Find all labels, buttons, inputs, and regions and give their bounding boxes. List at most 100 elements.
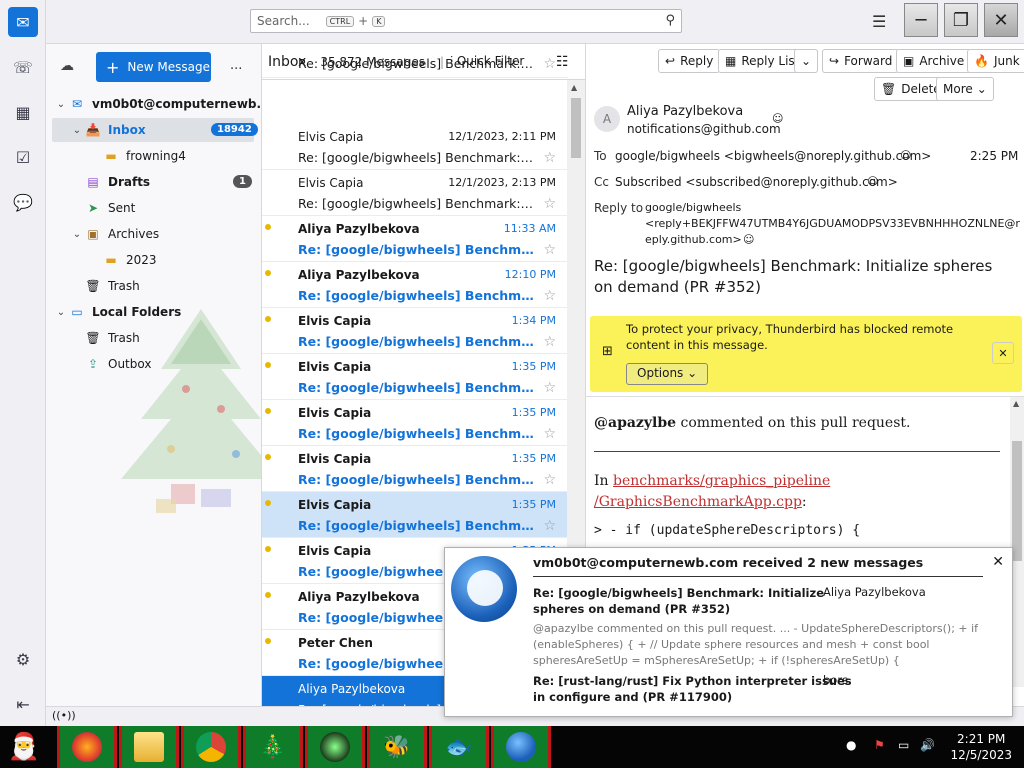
online-status-icon[interactable]: ((•)): [52, 709, 76, 722]
options-button[interactable]: Options ⌄: [626, 363, 709, 385]
app-menu-button[interactable]: ☰: [872, 12, 886, 31]
tasks-button[interactable]: ☑: [8, 142, 38, 172]
scroll-thumb[interactable]: [1012, 441, 1022, 561]
minimize-button[interactable]: ─: [904, 3, 938, 37]
close-notice-button[interactable]: ✕: [992, 342, 1014, 364]
taskbar-thunderbird[interactable]: [491, 726, 551, 768]
chat-button[interactable]: 💬: [8, 187, 38, 217]
folder-item-drafts[interactable]: ▤ Drafts: [84, 170, 150, 194]
scroll-up-arrow[interactable]: ▲: [1013, 399, 1019, 408]
star-icon[interactable]: ☆: [543, 242, 556, 258]
taskbar-app-5[interactable]: [305, 726, 365, 768]
account-item[interactable]: ⌄ ✉ vm0b0t@computernewb...: [54, 92, 270, 116]
star-icon[interactable]: ☆: [543, 426, 556, 442]
star-icon[interactable]: ☆: [543, 334, 556, 350]
taskbar-chrome[interactable]: [181, 726, 241, 768]
local-folders-item[interactable]: ⌄ ▭ Local Folders: [54, 300, 181, 324]
get-messages-button[interactable]: ☁: [60, 58, 74, 74]
notification-msg2-subject[interactable]: Re: [rust-lang/rust] Fix Python interpre…: [533, 673, 852, 705]
sender-name[interactable]: Aliya Pazylbekova: [627, 104, 743, 119]
tray-network-icon[interactable]: ▭: [898, 738, 909, 752]
replyto-line-1[interactable]: google/bigwheels: [645, 201, 741, 214]
tray-volume-icon[interactable]: 🔊: [920, 738, 935, 752]
sender-email[interactable]: notifications@github.com: [627, 122, 781, 136]
unread-dot-icon[interactable]: [265, 592, 271, 598]
commenter[interactable]: @apazylbe: [594, 415, 676, 431]
unread-dot-icon[interactable]: [265, 224, 271, 230]
calendar-button[interactable]: ▦: [8, 97, 38, 127]
star-icon[interactable]: ☆: [543, 288, 556, 304]
scroll-up-arrow[interactable]: ▲: [571, 83, 577, 92]
folder-pane-options-button[interactable]: ...: [230, 58, 242, 73]
star-icon[interactable]: ☆: [543, 380, 556, 396]
tray-dot-icon[interactable]: ●: [846, 738, 856, 752]
collapse-arrow-icon[interactable]: ⌄: [70, 125, 84, 136]
table-row[interactable]: Elvis Capia 1:35 PM Re: [google/bigwheels]…: [262, 354, 568, 400]
unread-dot-icon[interactable]: [265, 270, 271, 276]
table-row[interactable]: Elvis Capia 12/1/2023, 2:13 PM Re: [google…: [262, 170, 568, 216]
close-notification-button[interactable]: ✕: [992, 554, 1004, 570]
folder-item-frowning4[interactable]: ▬ frowning4: [102, 144, 186, 168]
to-value[interactable]: google/bigwheels <bigwheels@noreply.gith…: [615, 149, 931, 163]
table-row[interactable]: Re: [google/bigwheels] Benchmark: Initi.…: [262, 52, 568, 78]
new-message-button[interactable]: + New Message: [96, 52, 211, 82]
unread-dot-icon[interactable]: [265, 638, 271, 644]
folder-item-archives[interactable]: ⌄ ▣ Archives: [70, 222, 159, 246]
start-button[interactable]: 🎅: [4, 728, 44, 766]
tray-flag-icon[interactable]: ⚑: [874, 738, 885, 752]
table-row[interactable]: Elvis Capia 1:35 PM Re: [google/bigwheels]…: [262, 446, 568, 492]
contact-icon[interactable]: ☺: [743, 233, 754, 246]
contact-icon[interactable]: ☺: [867, 175, 878, 188]
new-mail-notification[interactable]: vm0b0t@computernewb.com received 2 new m…: [444, 547, 1013, 717]
table-row[interactable]: Elvis Capia 1:34 PM Re: [google/bigwheels]…: [262, 308, 568, 354]
more-button[interactable]: More ⌄: [936, 77, 994, 101]
unread-dot-icon[interactable]: [265, 362, 271, 368]
scroll-thumb[interactable]: [571, 98, 581, 158]
address-book-button[interactable]: ☏: [8, 52, 38, 82]
collapse-arrow-icon[interactable]: ⌄: [54, 99, 68, 110]
table-row[interactable]: Aliya Pazylbekova 12:10 PM Re: [google/big…: [262, 262, 568, 308]
table-row[interactable]: Elvis Capia 12/1/2023, 2:11 PM Re: [google…: [262, 124, 568, 170]
unread-dot-icon[interactable]: [265, 316, 271, 322]
replyto-line-2[interactable]: <reply+BEKJFFW47UTMB4Y6JGDUAMODPSV33EVBN…: [645, 217, 1020, 230]
forward-button[interactable]: ↪ Forward: [822, 49, 900, 73]
star-icon[interactable]: ☆: [543, 196, 556, 212]
star-icon[interactable]: ☆: [543, 150, 556, 166]
taskbar-tree-app[interactable]: 🎄: [243, 726, 303, 768]
unread-dot-icon[interactable]: [265, 500, 271, 506]
folder-item-local-trash[interactable]: 🗑 Trash: [84, 326, 139, 350]
archive-button[interactable]: ▣ Archive: [896, 49, 972, 73]
taskbar-clock[interactable]: 2:21 PM 12/5/2023: [950, 731, 1012, 763]
contact-icon[interactable]: ☺: [900, 149, 911, 162]
collapse-spaces-button[interactable]: ⇤: [8, 689, 38, 719]
folder-item-outbox[interactable]: ⇪ Outbox: [84, 352, 151, 376]
cc-value[interactable]: Subscribed <subscribed@noreply.github.co…: [615, 175, 898, 189]
reply-button[interactable]: ↩ Reply: [658, 49, 721, 73]
unread-dot-icon[interactable]: [265, 454, 271, 460]
reply-list-dropdown[interactable]: ⌄: [794, 49, 818, 73]
contact-icon[interactable]: ☺: [772, 112, 783, 125]
replyto-line-3[interactable]: eply.github.com>: [645, 233, 742, 246]
star-icon[interactable]: ☆: [543, 56, 556, 72]
unread-dot-icon[interactable]: [265, 408, 271, 414]
restore-button[interactable]: ❐: [944, 3, 978, 37]
table-row[interactable]: Elvis Capia 1:35 PM Re: [google/bigwheels]…: [262, 400, 568, 446]
table-row[interactable]: Aliya Pazylbekova 11:33 AM Re: [google/big…: [262, 216, 568, 262]
taskbar-file-explorer[interactable]: [119, 726, 179, 768]
star-icon[interactable]: ☆: [543, 472, 556, 488]
notification-msg1-subject[interactable]: Re: [google/bigwheels] Benchmark: Initia…: [533, 585, 824, 617]
unread-dot-icon[interactable]: [265, 546, 271, 552]
folder-item-2023[interactable]: ▬ 2023: [102, 248, 156, 272]
folder-item-trash[interactable]: 🗑 Trash: [84, 274, 139, 298]
settings-button[interactable]: ⚙: [8, 644, 38, 674]
taskbar-app-7[interactable]: 🐟: [429, 726, 489, 768]
taskbar-firefox[interactable]: [57, 726, 117, 768]
search-input[interactable]: Search... CTRL + K ⚲: [250, 9, 682, 33]
search-icon[interactable]: ⚲: [665, 13, 675, 28]
table-row[interactable]: Elvis Capia 1:35 PM Re: [google/bigwheels]…: [262, 492, 568, 538]
close-window-button[interactable]: ✕: [984, 3, 1018, 37]
folder-item-sent[interactable]: ➤ Sent: [84, 196, 135, 220]
file-link-2[interactable]: /GraphicsBenchmarkApp.cpp: [594, 494, 802, 510]
junk-button[interactable]: 🔥 Junk: [967, 49, 1024, 73]
collapse-arrow-icon[interactable]: ⌄: [54, 307, 68, 318]
